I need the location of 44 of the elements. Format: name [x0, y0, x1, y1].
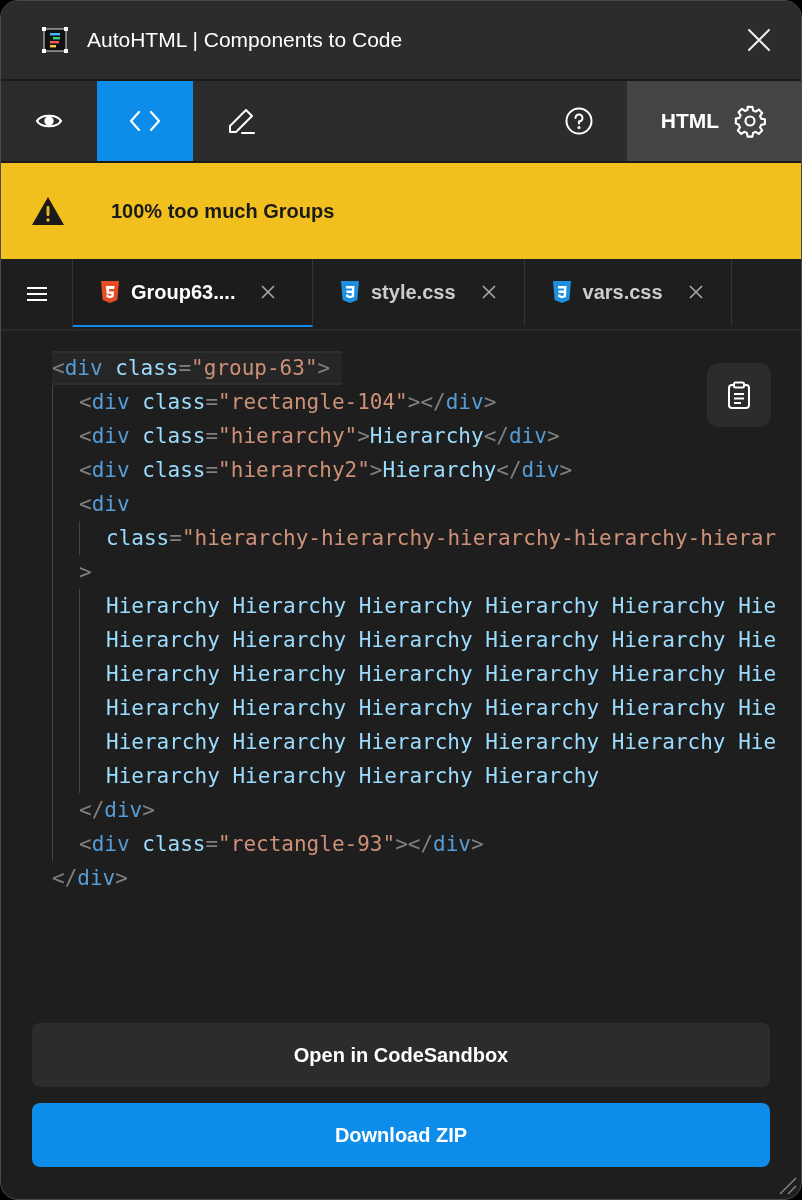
code-brackets-icon	[129, 110, 161, 132]
resize-grip-icon[interactable]	[777, 1175, 797, 1195]
clipboard-icon	[727, 381, 751, 409]
language-settings-button[interactable]: HTML	[627, 81, 801, 161]
code-line: <div class="hierarchy2">Hierarchy</div>	[79, 457, 573, 484]
close-tab-icon[interactable]	[481, 285, 496, 299]
copy-button[interactable]	[707, 363, 771, 427]
code-line: <div class="rectangle-93"></div>	[79, 831, 484, 858]
close-tab-icon[interactable]	[688, 285, 703, 299]
window-title: AutoHTML | Components to Code	[87, 28, 404, 52]
tab-label: vars.css	[582, 280, 663, 304]
close-icon[interactable]	[747, 28, 771, 52]
code-line: </div>	[79, 797, 155, 824]
code-line: >	[79, 559, 92, 586]
code-line: Hierarchy Hierarchy Hierarchy Hierarchy Hierarchy Hie	[106, 729, 777, 756]
code-line: <div class="hierarchy">Hierarchy</div>	[79, 423, 560, 450]
tab-label: style.css	[371, 280, 456, 304]
code-line: </div>	[52, 865, 128, 892]
css-file-icon	[552, 281, 571, 303]
app-logo-icon	[41, 26, 69, 54]
code-line: <div	[79, 491, 130, 518]
code-line: Hierarchy Hierarchy Hierarchy Hierarchy Hierarchy Hie	[106, 593, 777, 620]
file-tab[interactable]: style.css	[313, 259, 525, 327]
settings-icon	[733, 104, 768, 138]
eye-icon	[35, 112, 63, 130]
warning-text: 100% too much Groups	[111, 199, 335, 223]
close-tab-icon[interactable]	[261, 285, 276, 299]
code-line: <div class="rectangle-104"></div>	[79, 389, 497, 416]
file-tab[interactable]: Group63....	[73, 259, 313, 327]
menu-icon[interactable]	[26, 286, 47, 302]
warning-icon	[31, 196, 65, 226]
file-tab[interactable]: vars.css	[524, 259, 732, 327]
code-line: Hierarchy Hierarchy Hierarchy Hierarchy Hierarchy Hie	[106, 627, 777, 654]
code-line: class="hierarchy-hierarchy-hierarchy-hierarchy-hierar	[106, 525, 777, 552]
help-icon[interactable]	[565, 107, 593, 135]
download-zip-button[interactable]: Download ZIP	[32, 1103, 770, 1167]
code-line: Hierarchy Hierarchy Hierarchy Hierarchy Hierarchy Hie	[106, 661, 777, 688]
css-file-icon	[341, 281, 359, 303]
pencil-icon	[227, 107, 255, 135]
code-line: Hierarchy Hierarchy Hierarchy Hierarchy Hierarchy Hie	[106, 695, 777, 722]
tab-label: Group63....	[131, 280, 236, 304]
html-file-icon	[101, 281, 119, 303]
code-line: Hierarchy Hierarchy Hierarchy Hierarchy	[106, 763, 600, 790]
open-in-codesandbox-button[interactable]: Open in CodeSandbox	[32, 1023, 770, 1087]
